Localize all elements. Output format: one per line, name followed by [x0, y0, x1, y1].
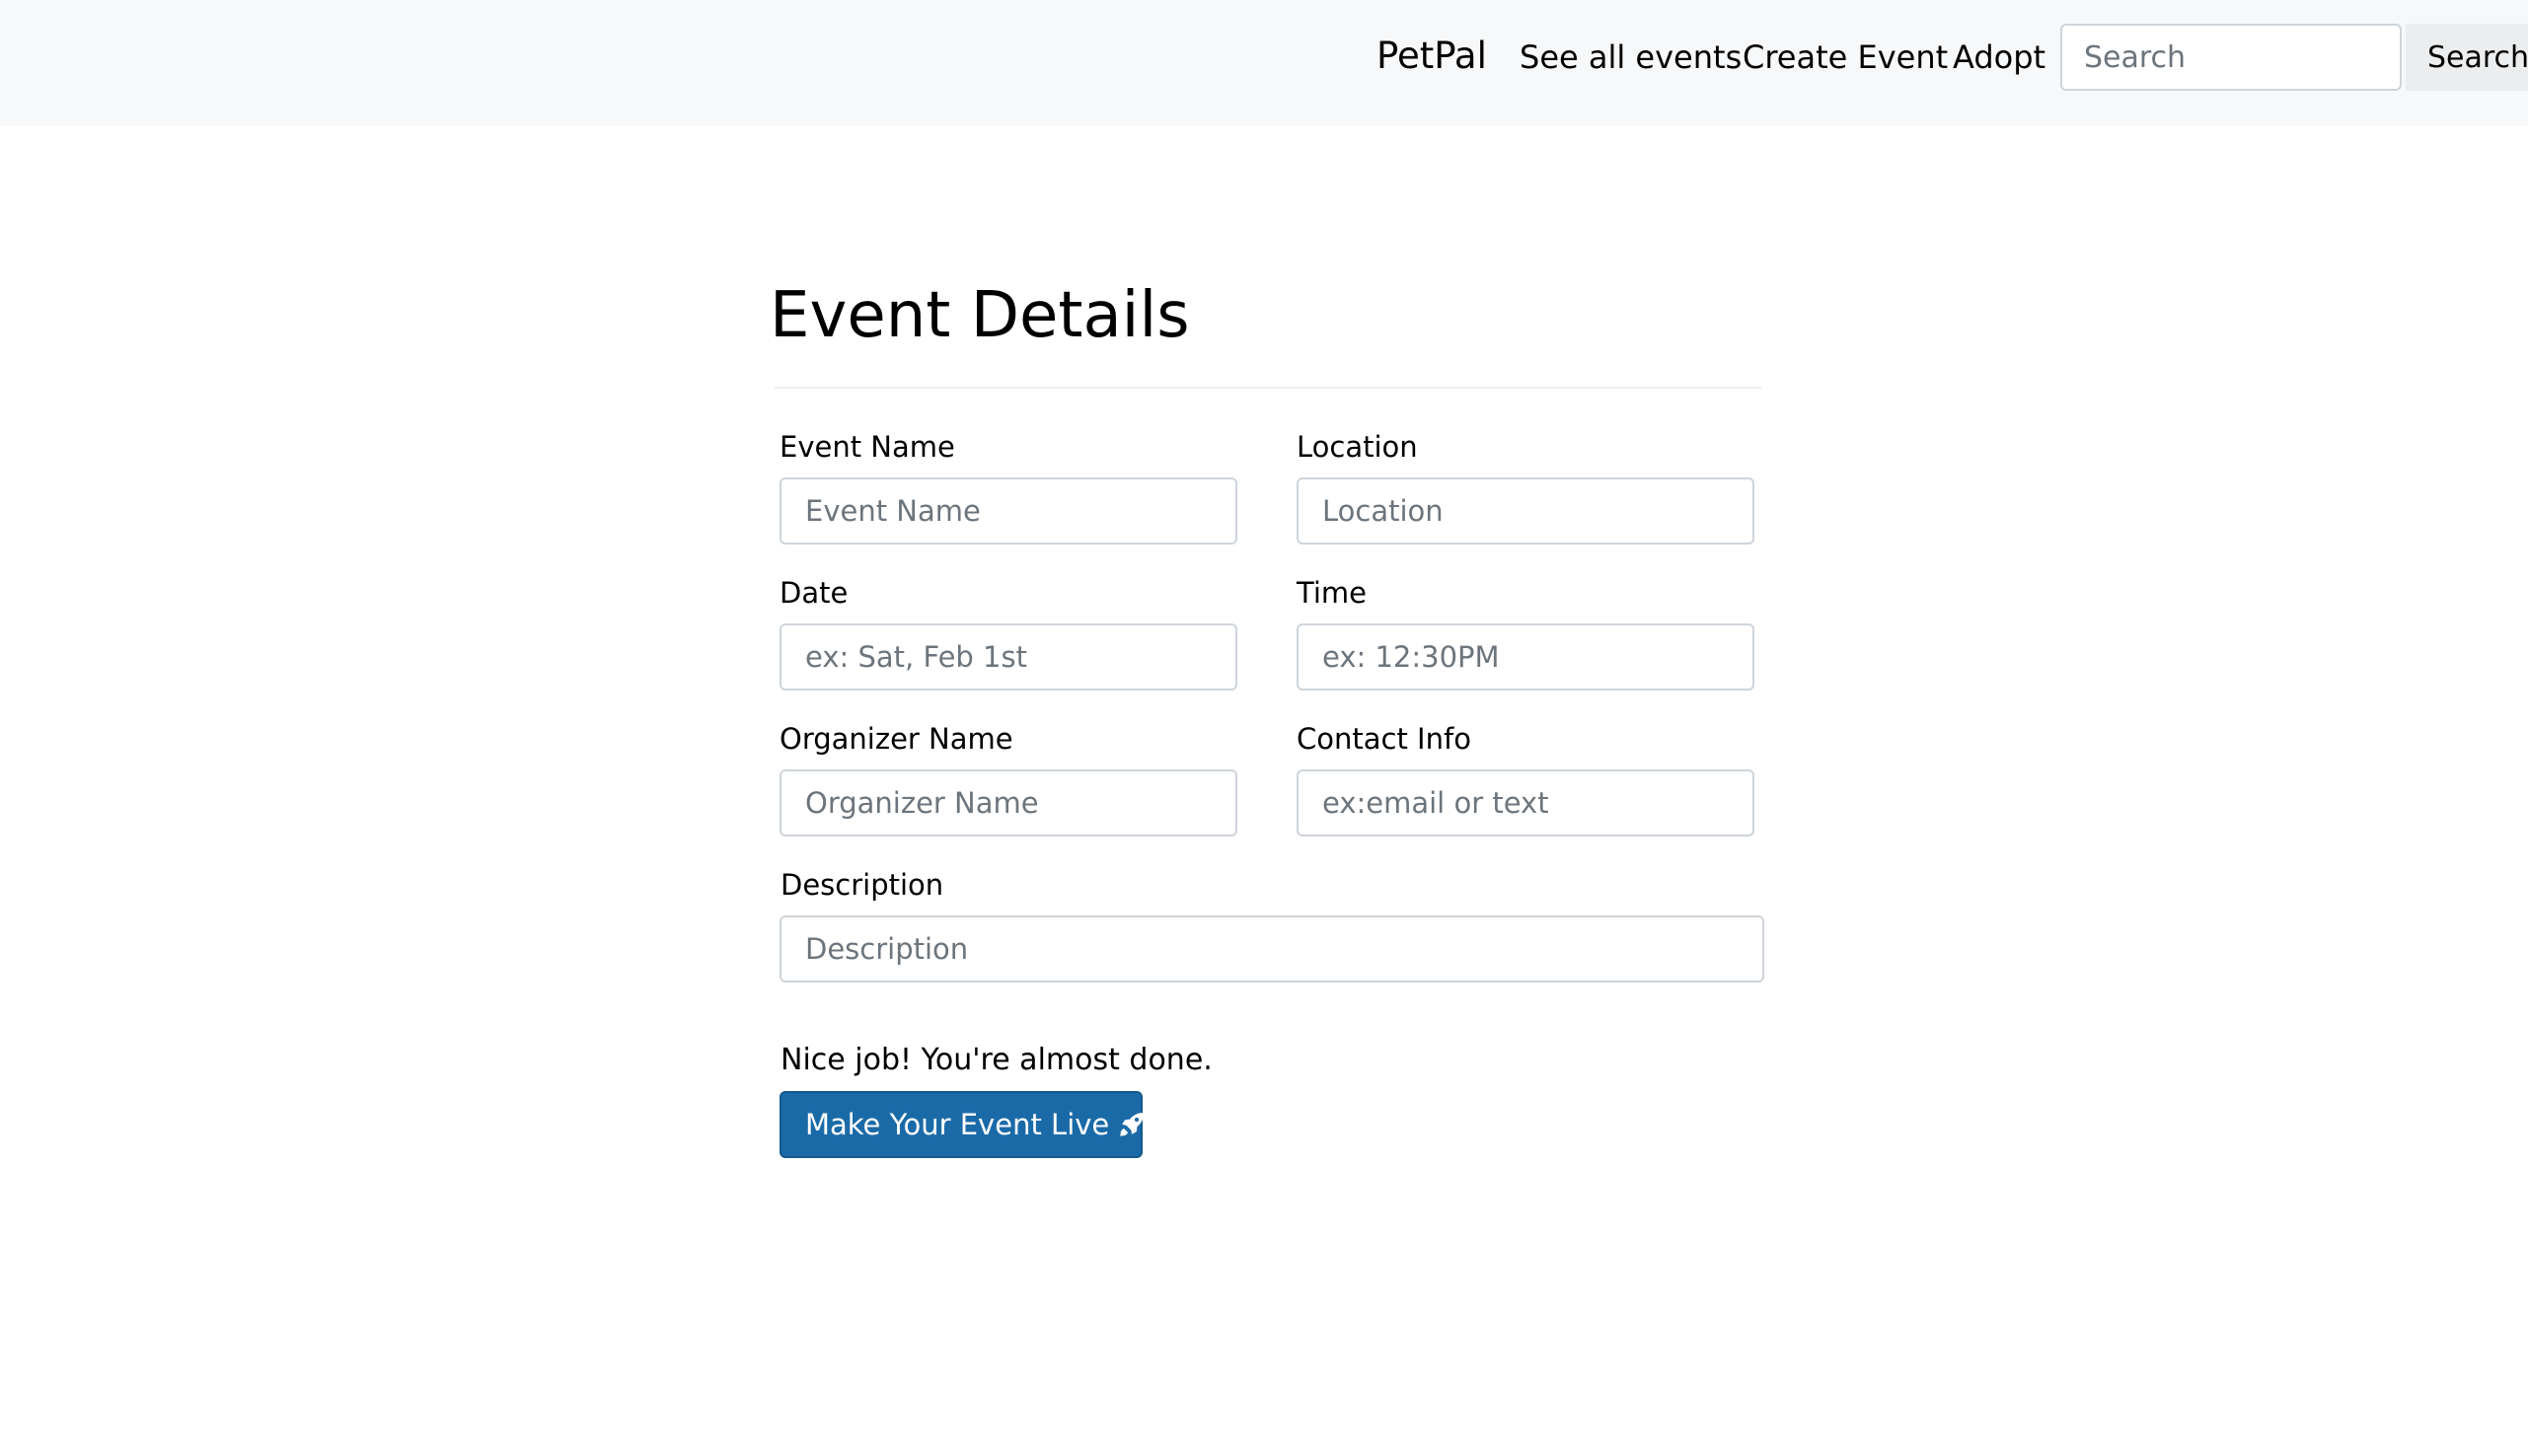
description-input[interactable] [780, 915, 1764, 983]
nav-link-see-all-events[interactable]: See all events [1520, 34, 1742, 81]
organizer-name-input[interactable] [780, 769, 1237, 837]
date-label: Date [780, 576, 849, 610]
nav-link-adopt[interactable]: Adopt [1953, 34, 2045, 81]
progress-message: Nice job! You're almost done. [781, 1043, 1213, 1077]
location-input[interactable] [1297, 477, 1754, 545]
organizer-name-label: Organizer Name [780, 722, 1013, 756]
time-input[interactable] [1297, 623, 1754, 691]
nav-search-button[interactable]: Search [2406, 24, 2528, 91]
top-navbar: PetPal See all events Create Event Adopt… [0, 0, 2528, 126]
make-event-live-label: Make Your Event Live [805, 1108, 1110, 1141]
date-input[interactable] [780, 623, 1237, 691]
contact-info-label: Contact Info [1297, 722, 1471, 756]
nav-search-input[interactable] [2060, 24, 2402, 91]
event-name-input[interactable] [780, 477, 1237, 545]
location-label: Location [1297, 430, 1418, 464]
title-divider [774, 387, 1762, 389]
nav-link-create-event[interactable]: Create Event [1743, 34, 1948, 81]
description-label: Description [781, 868, 944, 902]
rocket-icon [1117, 1110, 1147, 1139]
contact-info-input[interactable] [1297, 769, 1754, 837]
page-title: Event Details [770, 279, 1190, 352]
event-name-label: Event Name [780, 430, 955, 464]
brand-link[interactable]: PetPal [1376, 33, 1487, 80]
make-event-live-button[interactable]: Make Your Event Live [780, 1091, 1145, 1158]
time-label: Time [1297, 576, 1367, 610]
